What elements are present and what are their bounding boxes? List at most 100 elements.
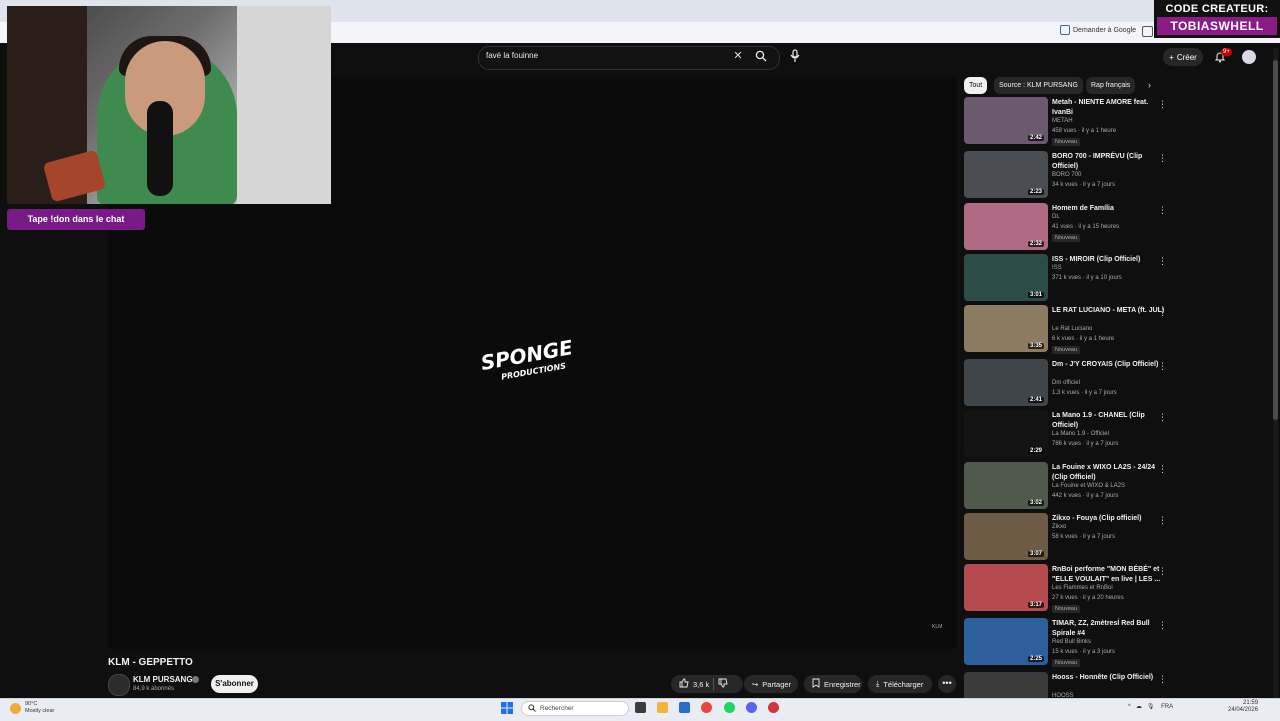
app-icon[interactable] bbox=[768, 702, 779, 713]
recommendation-title[interactable]: Homem de Família bbox=[1052, 204, 1168, 214]
clear-search-icon[interactable]: ✕ bbox=[732, 50, 744, 62]
new-badge: Nouveau bbox=[1052, 605, 1081, 613]
recommendation-channel[interactable]: Dm officiel bbox=[1052, 380, 1080, 386]
ask-google-button[interactable]: Demander à Google bbox=[1060, 25, 1136, 35]
video-thumbnail[interactable]: 2:32 bbox=[964, 203, 1048, 250]
task-view-icon[interactable] bbox=[635, 702, 646, 713]
recommendation-meta: 27 k vues · il y a 20 heures bbox=[1052, 595, 1124, 601]
recommendation-channel[interactable]: METAH bbox=[1052, 118, 1073, 124]
kebab-menu-icon[interactable]: ⋮ bbox=[1158, 464, 1167, 475]
video-thumbnail[interactable]: 2:23 bbox=[964, 151, 1048, 198]
recommendation-meta: 15 k vues · il y a 3 jours bbox=[1052, 649, 1116, 655]
recommendation-title[interactable]: LE RAT LUCIANO - META (ft. JUL) bbox=[1052, 306, 1168, 316]
kebab-menu-icon[interactable]: ⋮ bbox=[1158, 515, 1167, 526]
kebab-menu-icon[interactable]: ⋮ bbox=[1158, 153, 1167, 164]
recommendation-channel[interactable]: BORO 700 bbox=[1052, 172, 1081, 178]
subscribe-button[interactable]: S'abonner bbox=[211, 675, 258, 693]
recommendation-title[interactable]: La Fouine x WIXO LA2S - 24/24 (Clip Offi… bbox=[1052, 463, 1168, 482]
extension-icon[interactable] bbox=[1142, 26, 1153, 37]
search-icon[interactable] bbox=[755, 50, 767, 62]
recommendation-channel[interactable]: ISS bbox=[1052, 265, 1062, 271]
video-thumbnail[interactable]: 3:02 bbox=[964, 462, 1048, 509]
share-button[interactable]: ↪ Partager bbox=[744, 675, 798, 693]
recommendation-meta: 786 k vues · il y a 7 jours bbox=[1052, 441, 1119, 447]
video-thumbnail[interactable]: 2:41 bbox=[964, 359, 1048, 406]
recommendation-title[interactable]: ISS - MIROIR (Clip Officiel) bbox=[1052, 255, 1168, 265]
recommendation-title[interactable]: Hooss - Honnête (Clip Officiel) bbox=[1052, 673, 1168, 683]
scrollbar-thumb[interactable] bbox=[1273, 60, 1278, 420]
create-button[interactable]: + Créer bbox=[1163, 48, 1203, 66]
weather-widget[interactable]: 90°C Mostly clear bbox=[10, 701, 54, 715]
kebab-menu-icon[interactable]: ⋮ bbox=[1158, 620, 1167, 631]
discord-icon[interactable] bbox=[746, 702, 757, 713]
kebab-menu-icon[interactable]: ⋮ bbox=[1158, 361, 1167, 372]
clock[interactable]: 21:59 24/04/2026 bbox=[1228, 700, 1258, 714]
recommendation-channel[interactable]: DL bbox=[1052, 214, 1060, 220]
account-avatar[interactable] bbox=[1242, 50, 1256, 64]
video-thumbnail[interactable]: 2:25 bbox=[964, 618, 1048, 665]
video-thumbnail[interactable]: 2:42 bbox=[964, 97, 1048, 144]
video-duration: 3:07 bbox=[1027, 551, 1044, 557]
more-actions-icon[interactable]: ••• bbox=[938, 675, 956, 693]
app-store-icon[interactable] bbox=[679, 702, 690, 713]
kebab-menu-icon[interactable]: ⋮ bbox=[1158, 566, 1167, 577]
google-lens-icon bbox=[1060, 25, 1070, 35]
channel-avatar[interactable] bbox=[108, 674, 130, 696]
chip-rap-francais[interactable]: Rap français bbox=[1086, 77, 1136, 94]
dislike-icon[interactable] bbox=[718, 678, 728, 690]
kebab-menu-icon[interactable]: ⋮ bbox=[1158, 412, 1167, 423]
video-duration: 2:23 bbox=[1027, 189, 1044, 195]
like-icon[interactable] bbox=[679, 678, 689, 690]
chevron-right-icon[interactable]: › bbox=[1148, 80, 1151, 90]
file-explorer-icon[interactable] bbox=[657, 702, 668, 713]
recommendation-channel[interactable]: La Fouine et WIXO & LA2S bbox=[1052, 483, 1125, 489]
microphone-icon[interactable] bbox=[789, 49, 801, 63]
video-duration: 2:41 bbox=[1027, 397, 1044, 403]
chip-source[interactable]: Source : KLM PURSANG bbox=[994, 77, 1083, 94]
recommendation-channel[interactable]: Le Rat Luciano bbox=[1052, 326, 1092, 332]
weather-icon bbox=[10, 702, 21, 714]
windows-start-icon[interactable] bbox=[501, 702, 513, 714]
kebab-menu-icon[interactable]: ⋮ bbox=[1158, 256, 1167, 267]
recommendation-channel[interactable]: La Mano 1.9 - Officiel bbox=[1052, 431, 1109, 437]
chrome-icon[interactable] bbox=[701, 702, 712, 713]
weather-temp: 90°C bbox=[25, 701, 38, 707]
kebab-menu-icon[interactable]: ⋮ bbox=[1158, 674, 1167, 685]
recommendation-channel[interactable]: Les Flammes et RnBoi bbox=[1052, 585, 1113, 591]
spotify-icon[interactable] bbox=[724, 702, 735, 713]
like-count[interactable]: 3,6 k bbox=[693, 680, 709, 689]
creator-code-value: TOBIASWHELL bbox=[1157, 17, 1277, 35]
save-label: Enregistrer bbox=[824, 679, 861, 689]
ask-google-label: Demander à Google bbox=[1073, 26, 1137, 34]
recommendation-title[interactable]: Dm - J'Y CROYAIS (Clip Officiel) bbox=[1052, 360, 1168, 370]
recommendation-channel[interactable]: Zikxo bbox=[1052, 524, 1066, 530]
video-thumbnail[interactable]: 3:07 bbox=[964, 513, 1048, 560]
new-badge: Nouveau bbox=[1052, 138, 1081, 146]
player-watermark: KLM bbox=[932, 624, 943, 630]
search-input-value[interactable]: favé la fouinne bbox=[486, 51, 538, 60]
kebab-menu-icon[interactable]: ⋮ bbox=[1158, 205, 1167, 216]
recommendation-title[interactable]: TIMAR, ZZ, 2mètresÍ Red Bull Spirale #4 bbox=[1052, 619, 1168, 638]
recommendation-meta: 442 k vues · il y a 7 jours bbox=[1052, 493, 1119, 499]
download-button[interactable]: ⤓ Télécharger bbox=[868, 675, 932, 693]
recommendation-channel[interactable]: Red Bull Binks bbox=[1052, 639, 1091, 645]
kebab-menu-icon[interactable]: ⋮ bbox=[1158, 99, 1167, 110]
video-thumbnail[interactable]: 3:35 bbox=[964, 305, 1048, 352]
video-duration: 2:42 bbox=[1027, 135, 1044, 141]
recommendation-title[interactable]: BORO 700 - IMPRÉVU (Clip Officiel) bbox=[1052, 152, 1168, 171]
video-thumbnail[interactable]: 2:29 bbox=[964, 410, 1048, 457]
chip-all[interactable]: Tout bbox=[964, 77, 988, 94]
save-button[interactable]: Enregistrer bbox=[804, 675, 862, 693]
recommendation-title[interactable]: RnBoi performe "MON BÉBÉ" et "ELLE VOULA… bbox=[1052, 565, 1168, 584]
recommendation-title[interactable]: Metah - NIENTE AMORE feat. IvanBi bbox=[1052, 98, 1168, 117]
channel-name[interactable]: KLM PURSANG bbox=[133, 675, 193, 684]
new-badge: Nouveau bbox=[1052, 659, 1081, 667]
video-thumbnail[interactable]: 3:17 bbox=[964, 564, 1048, 611]
kebab-menu-icon[interactable]: ⋮ bbox=[1158, 307, 1167, 318]
recommendation-title[interactable]: Zikxo - Fouya (Clip officiel) bbox=[1052, 514, 1168, 524]
system-tray[interactable]: ^ ☁ 🎙 FRA bbox=[1128, 703, 1173, 710]
video-thumbnail[interactable]: 3:01 bbox=[964, 254, 1048, 301]
taskbar-search[interactable]: Rechercher bbox=[521, 701, 629, 716]
language-indicator[interactable]: FRA bbox=[1161, 704, 1173, 710]
recommendation-title[interactable]: La Mano 1.9 - CHANEL (Clip Officiel) bbox=[1052, 411, 1168, 430]
